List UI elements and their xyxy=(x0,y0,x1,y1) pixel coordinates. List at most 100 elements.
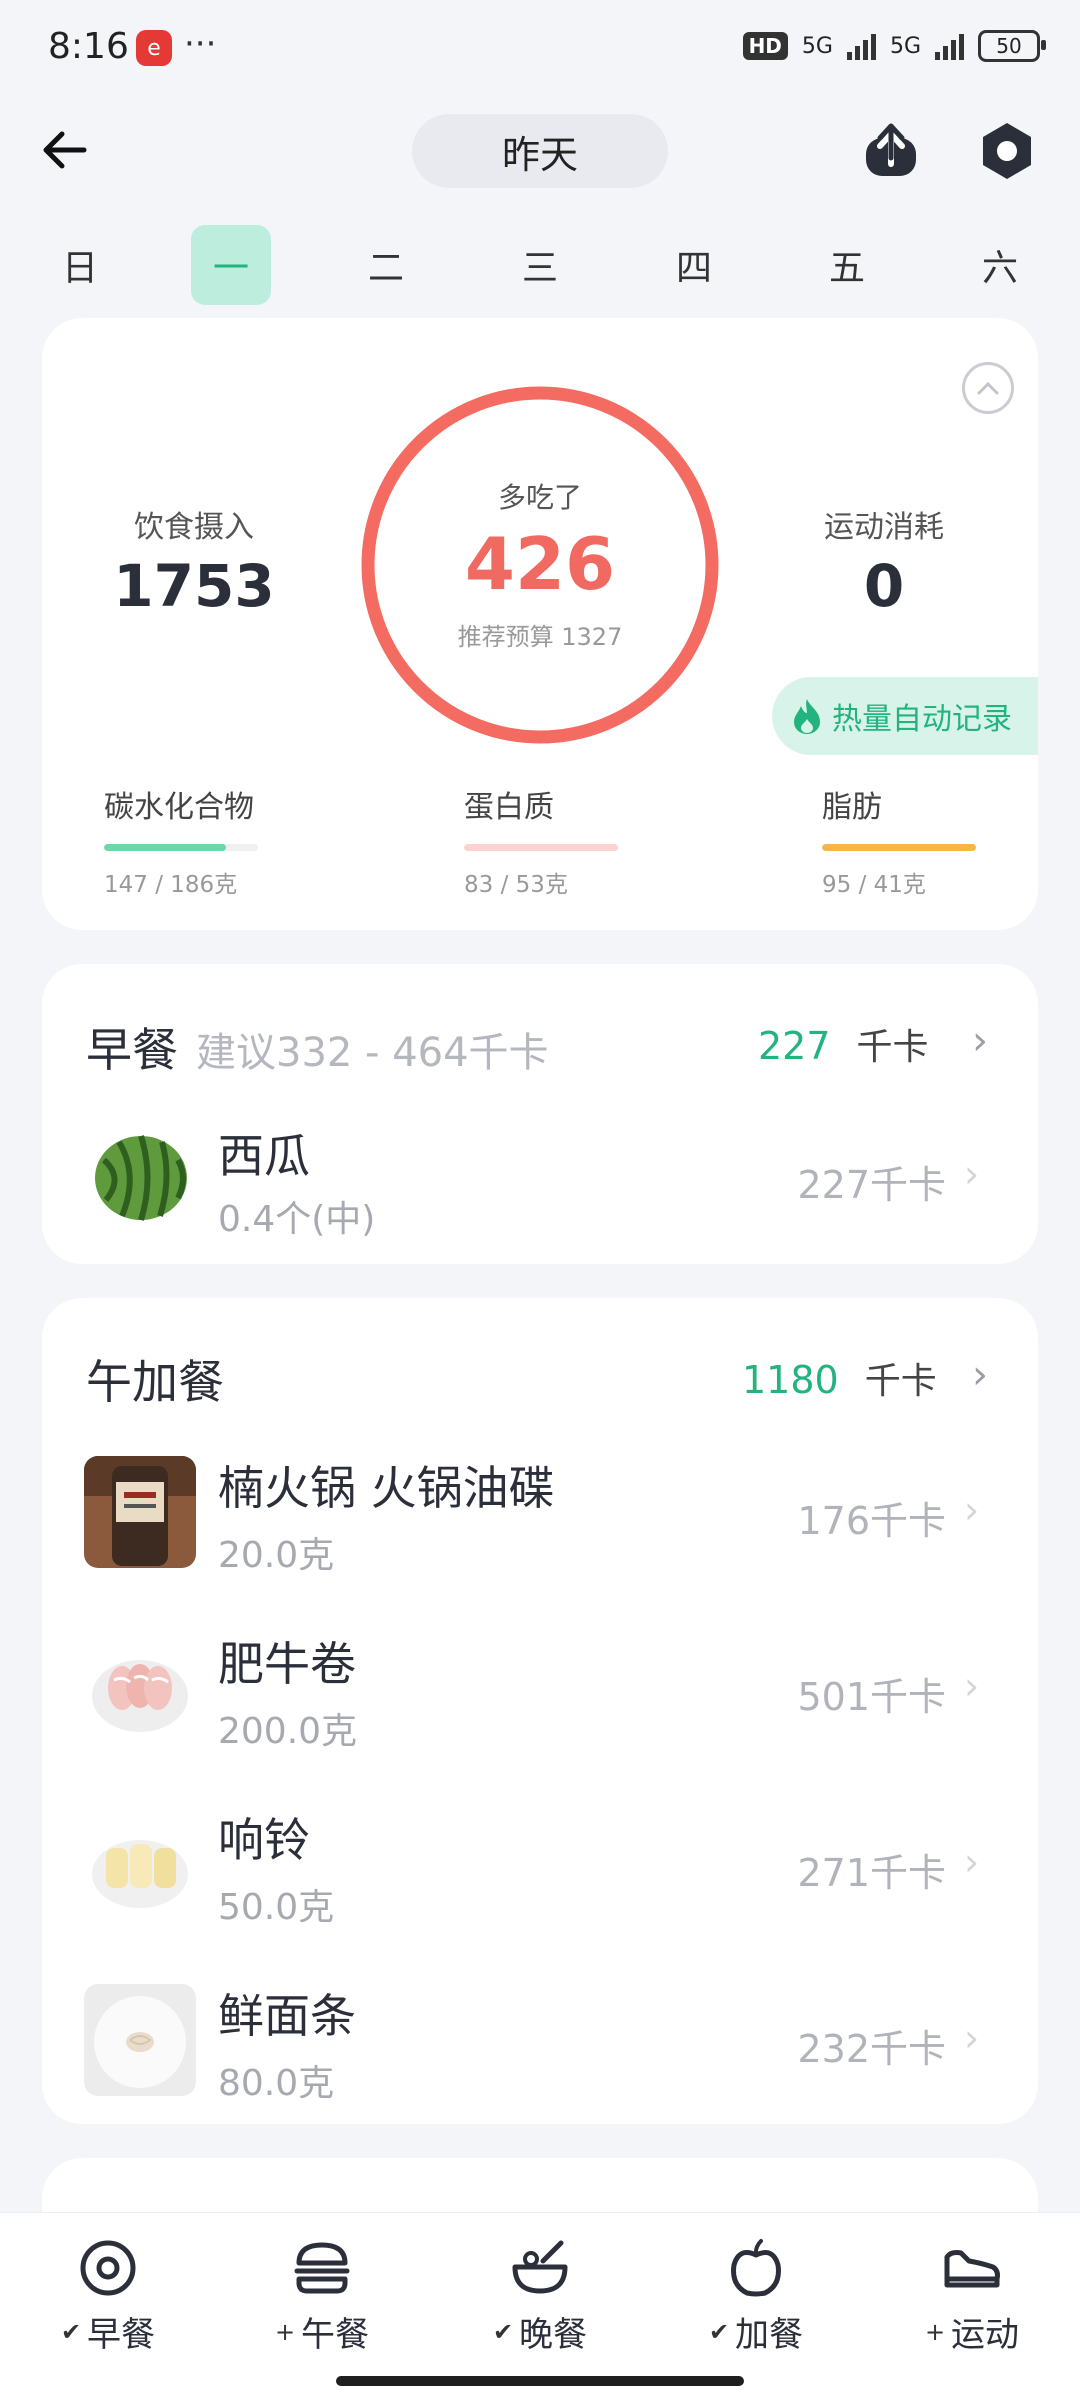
battery-icon: 50 xyxy=(978,30,1046,62)
food-kcal: 271千卡 xyxy=(797,1851,946,1895)
macro-protein: 蛋白质 83 / 53克 xyxy=(464,782,618,899)
signal-icon xyxy=(846,32,876,60)
breakfast-hint: 建议332 - 464千卡 xyxy=(196,1030,549,1076)
nav-label: 加餐 xyxy=(735,2315,804,2355)
day-tue[interactable]: 二 xyxy=(346,225,426,305)
food-kcal: 232千卡 xyxy=(797,2027,946,2071)
apple-icon xyxy=(731,2239,781,2297)
auto-record-button[interactable]: 热量自动记录 xyxy=(772,677,1038,755)
food-kcal: 501千卡 xyxy=(797,1675,946,1719)
nav-lunch[interactable]: + 午餐 xyxy=(222,2237,422,2356)
food-item-hotpot-dip[interactable]: 楠火锅 火锅油碟 20.0克 176千卡 › xyxy=(84,1452,1044,1576)
breakfast-title: 早餐 xyxy=(86,1023,178,1077)
check-icon: ✔ xyxy=(60,2317,82,2346)
food-amount: 200.0克 xyxy=(218,1711,358,1752)
exercise-value: 0 xyxy=(863,552,905,620)
day-wed[interactable]: 三 xyxy=(500,225,580,305)
macro-bar xyxy=(104,844,258,851)
plus-icon: + xyxy=(924,2317,946,2346)
food-amount: 20.0克 xyxy=(218,1535,335,1576)
share-icon[interactable] xyxy=(858,118,924,184)
macro-bar xyxy=(822,844,976,851)
macro-label: 碳水化合物 xyxy=(104,790,254,825)
breakfast-kcal-unit: 千卡 xyxy=(856,1027,929,1068)
macro-bar-fill xyxy=(822,844,976,851)
lunch-snack-kcal-unit: 千卡 xyxy=(864,1361,937,1402)
day-fri[interactable]: 五 xyxy=(807,225,887,305)
food-chevron-icon: › xyxy=(964,1664,980,1708)
food-chevron-icon: › xyxy=(964,1488,980,1532)
network-label-2: 5G xyxy=(889,33,921,59)
food-kcal: 176千卡 xyxy=(797,1499,946,1543)
lunch-snack-chevron-icon[interactable]: › xyxy=(972,1352,988,1398)
nav-dinner[interactable]: ✔ 晚餐 xyxy=(440,2237,640,2356)
week-day-selector: 日 一 二 三 四 五 六 xyxy=(40,225,1040,305)
breakfast-chevron-icon[interactable]: › xyxy=(972,1018,988,1064)
lunch-snack-title[interactable]: 午加餐 xyxy=(86,1346,224,1412)
check-icon: ✔ xyxy=(492,2317,514,2346)
date-selector[interactable]: 昨天 xyxy=(412,114,668,188)
bottom-nav: ✔ 早餐 + 午餐 ✔ 晚餐 ✔ 加餐 + 运动 xyxy=(0,2212,1080,2402)
nav-snack[interactable]: ✔ 加餐 xyxy=(656,2237,856,2356)
breakfast-total[interactable]: 227 千卡 xyxy=(758,1018,929,1070)
day-mon[interactable]: 一 xyxy=(191,225,271,305)
nav-label: 运动 xyxy=(951,2315,1020,2355)
macro-bar-fill xyxy=(464,844,618,851)
food-kcal: 227千卡 xyxy=(797,1163,946,1207)
breakfast-header[interactable]: 早餐 建议332 - 464千卡 xyxy=(86,1014,549,1080)
plus-icon: + xyxy=(274,2317,296,2346)
food-amount: 80.0克 xyxy=(218,2063,335,2104)
food-name: 响铃 xyxy=(218,1813,310,1867)
nav-exercise[interactable]: + 运动 xyxy=(872,2237,1072,2356)
check-icon: ✔ xyxy=(708,2317,730,2346)
breakfast-icon xyxy=(80,2240,136,2296)
macro-label: 蛋白质 xyxy=(464,790,554,825)
nav-breakfast[interactable]: ✔ 早餐 xyxy=(8,2237,208,2356)
hd-icon: HD xyxy=(742,32,788,60)
food-item-beef-roll[interactable]: 肥牛卷 200.0克 501千卡 › xyxy=(84,1628,1044,1752)
macro-value: 83 / 53克 xyxy=(464,872,568,898)
network-label-1: 5G xyxy=(801,33,833,59)
status-time: 8:16 xyxy=(48,26,129,67)
food-item-xiangling[interactable]: 响铃 50.0克 271千卡 › xyxy=(84,1804,1044,1928)
settings-icon[interactable] xyxy=(974,118,1040,184)
status-indicators: HD 5G 5G 50 xyxy=(742,30,1046,62)
day-sun[interactable]: 日 xyxy=(40,225,120,305)
signal-icon-2 xyxy=(935,32,964,60)
food-chevron-icon: › xyxy=(964,1152,980,1196)
watermelon-image xyxy=(84,1120,196,1232)
exercise-label: 运动消耗 xyxy=(824,510,944,545)
ring-value: 426 xyxy=(464,522,616,606)
food-name: 楠火锅 火锅油碟 xyxy=(218,1461,555,1515)
food-item-watermelon[interactable]: 西瓜 0.4个(中) 227千卡 › xyxy=(84,1120,1044,1240)
day-sat[interactable]: 六 xyxy=(960,225,1040,305)
lunch-snack-total[interactable]: 1180 千卡 xyxy=(742,1352,937,1404)
food-name: 鲜面条 xyxy=(218,1989,356,2043)
macro-value: 95 / 41克 xyxy=(822,872,926,898)
nav-label: 午餐 xyxy=(301,2315,370,2355)
home-indicator[interactable] xyxy=(336,2376,744,2386)
back-arrow-icon[interactable] xyxy=(36,120,96,180)
auto-record-label: 热量自动记录 xyxy=(832,702,1012,737)
lunch-snack-kcal: 1180 xyxy=(742,1358,839,1402)
intake-value: 1753 xyxy=(113,552,275,620)
collapse-chevron-icon[interactable] xyxy=(962,362,1014,414)
fresh-noodles-image xyxy=(84,1984,196,2096)
burger-icon xyxy=(294,2242,350,2294)
food-chevron-icon: › xyxy=(964,2016,980,2060)
food-amount: 50.0克 xyxy=(218,1887,335,1928)
breakfast-kcal: 227 xyxy=(758,1024,831,1068)
nav-label: 晚餐 xyxy=(519,2315,588,2355)
intake-label: 饮食摄入 xyxy=(134,510,254,545)
day-thu[interactable]: 四 xyxy=(654,225,734,305)
macro-value: 147 / 186克 xyxy=(104,872,238,898)
food-item-fresh-noodles[interactable]: 鲜面条 80.0克 232千卡 › xyxy=(84,1980,1044,2104)
beef-roll-image xyxy=(84,1632,196,1744)
flame-icon xyxy=(794,699,820,734)
food-amount: 0.4个(中) xyxy=(218,1199,376,1240)
hotpot-dip-image xyxy=(84,1456,196,1568)
food-chevron-icon: › xyxy=(964,1840,980,1884)
recommended-budget: 推荐预算 1327 xyxy=(457,623,623,651)
macro-carbs: 碳水化合物 147 / 186克 xyxy=(104,782,258,899)
shoe-icon xyxy=(944,2250,1000,2288)
